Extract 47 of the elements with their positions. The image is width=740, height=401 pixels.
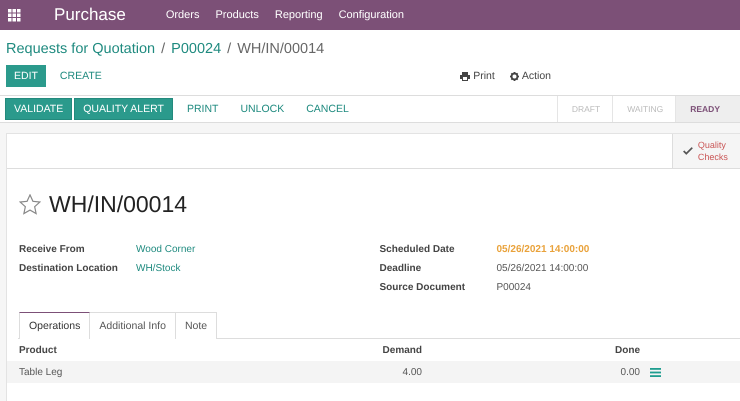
favorite-star-icon[interactable] bbox=[19, 194, 41, 215]
menu-item[interactable]: Reporting bbox=[274, 9, 323, 21]
field-link[interactable]: Wood Corner bbox=[136, 244, 196, 255]
menu-item[interactable]: Configuration bbox=[338, 9, 404, 21]
control-button[interactable]: EDIT bbox=[6, 65, 46, 87]
sidebar-action[interactable]: Action bbox=[510, 70, 551, 82]
table-cell-text: Table Leg bbox=[19, 366, 64, 378]
print-icon bbox=[460, 72, 470, 80]
tab[interactable]: Additional Info bbox=[90, 312, 176, 339]
app-name: Purchase bbox=[54, 5, 126, 25]
field-value: P00024 bbox=[496, 282, 531, 293]
field-label: Receive From bbox=[19, 244, 86, 255]
action-button[interactable]: UNLOCK bbox=[232, 98, 292, 120]
field-value: 05/26/2021 14:00:00 bbox=[496, 244, 590, 255]
details-list-icon[interactable] bbox=[650, 368, 661, 376]
action-button[interactable]: PRINT bbox=[178, 98, 226, 120]
breadcrumb-link[interactable]: P00024 bbox=[171, 41, 222, 57]
column-header: Done bbox=[614, 344, 640, 356]
action-button[interactable]: QUALITY ALERT bbox=[74, 98, 173, 120]
field-label: Source Document bbox=[380, 282, 466, 293]
field-label: Deadline bbox=[380, 263, 422, 274]
record-title: WH/IN/00014 bbox=[49, 191, 188, 218]
checkmark-icon bbox=[683, 145, 693, 157]
action-button[interactable]: VALIDATE bbox=[5, 98, 72, 120]
breadcrumb-separator: / bbox=[227, 41, 232, 57]
breadcrumb-current: WH/IN/00014 bbox=[237, 41, 324, 57]
field-value: 05/26/2021 14:00:00 bbox=[496, 263, 588, 274]
column-header: Demand bbox=[382, 344, 422, 356]
table-cell-text: 0.00 bbox=[620, 366, 640, 378]
menu-item[interactable]: Orders bbox=[166, 9, 200, 21]
column-header: Product bbox=[19, 344, 58, 356]
breadcrumb-link[interactable]: Requests for Quotation bbox=[6, 41, 156, 57]
action-button[interactable]: CANCEL bbox=[298, 98, 357, 120]
table-cell-text: 4.00 bbox=[402, 366, 422, 378]
sidebar-action[interactable]: Print bbox=[460, 70, 495, 82]
field-label: Scheduled Date bbox=[380, 244, 456, 255]
field-label: Destination Location bbox=[19, 263, 119, 274]
apps-grid-icon[interactable] bbox=[8, 8, 21, 22]
field-link[interactable]: WH/Stock bbox=[136, 263, 180, 274]
settings-icon bbox=[510, 72, 519, 80]
menu-item[interactable]: Products bbox=[215, 9, 259, 21]
tab[interactable]: Note bbox=[176, 312, 218, 339]
breadcrumb-separator: / bbox=[161, 41, 166, 57]
status-step[interactable]: READY bbox=[675, 96, 740, 122]
tab[interactable]: Operations bbox=[19, 312, 90, 339]
quality-checks-button[interactable]: Quality Checks bbox=[672, 134, 740, 168]
control-button[interactable]: CREATE bbox=[52, 65, 110, 87]
